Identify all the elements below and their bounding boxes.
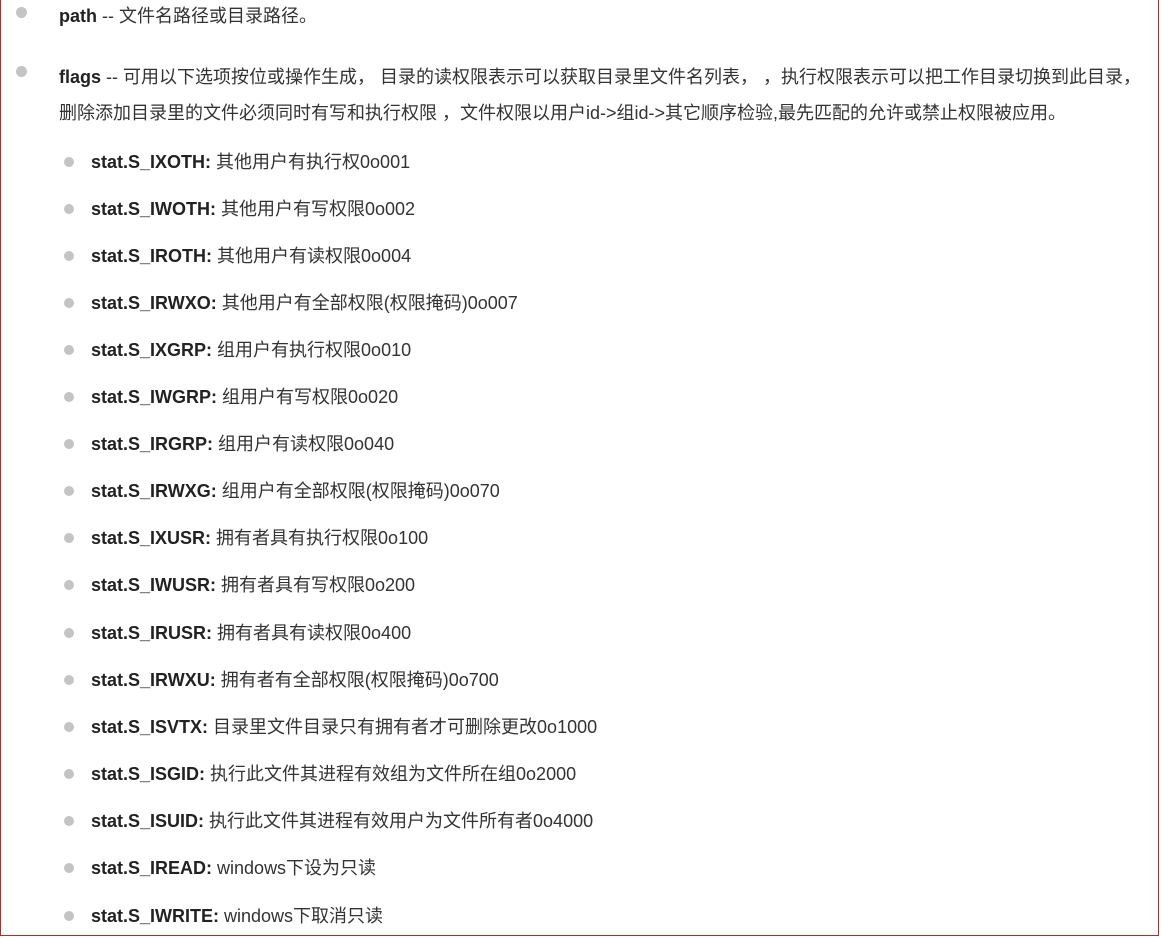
flag-description: 组用户有全部权限(权限掩码)0o070 — [216, 481, 500, 501]
list-bullet — [64, 816, 74, 826]
list-bullet — [64, 722, 74, 732]
flag-name: stat.S_IWGRP: — [91, 387, 218, 407]
flag-description: 其他用户有读权限0o004 — [212, 246, 412, 266]
flag-description: 其他用户有写权限0o002 — [216, 199, 416, 219]
list-bullet — [64, 769, 74, 779]
flag-name: stat.S_IRGRP: — [91, 434, 214, 454]
param-path: path -- 文件名路径或目录路径。 — [59, 5, 317, 27]
list-item: stat.S_IXUSR: 拥有者具有执行权限0o100 — [91, 527, 428, 549]
list-bullet — [16, 7, 27, 18]
flag-name: stat.S_IRWXU: — [91, 670, 216, 690]
flag-description: 组用户有执行权限0o010 — [212, 340, 412, 360]
list-bullet — [64, 911, 74, 921]
list-item: stat.S_ISGID: 执行此文件其进程有效组为文件所在组0o2000 — [91, 763, 576, 785]
flag-name: stat.S_IXOTH: — [91, 152, 212, 172]
list-bullet — [64, 439, 74, 449]
flag-description: windows下设为只读 — [212, 858, 377, 878]
flag-name: stat.S_IRWXG: — [91, 481, 217, 501]
list-bullet — [64, 533, 74, 543]
param-separator: -- — [97, 6, 119, 26]
param-separator: -- — [101, 67, 124, 87]
flag-name: stat.S_IWOTH: — [91, 199, 217, 219]
list-item: stat.S_IXGRP: 组用户有执行权限0o010 — [91, 339, 411, 361]
list-bullet — [64, 345, 74, 355]
list-item: stat.S_IROTH: 其他用户有读权限0o004 — [91, 245, 411, 267]
list-bullet — [64, 392, 74, 402]
flag-description: windows下取消只读 — [219, 906, 384, 926]
list-item: stat.S_ISUID: 执行此文件其进程有效用户为文件所有者0o4000 — [91, 810, 593, 832]
list-item: stat.S_ISVTX: 目录里文件目录只有拥有者才可删除更改0o1000 — [91, 716, 597, 738]
flag-description: 拥有者有全部权限(权限掩码)0o700 — [215, 670, 499, 690]
flag-name: stat.S_IRUSR: — [91, 623, 213, 643]
flag-name: stat.S_IROTH: — [91, 246, 213, 266]
param-flags: flags -- 可用以下选项按位或操作生成， 目录的读权限表示可以获取目录里文… — [59, 59, 1159, 131]
param-description: 可用以下选项按位或操作生成， 目录的读权限表示可以获取目录里文件名列表， ，执行… — [59, 67, 1142, 123]
list-bullet — [64, 863, 74, 873]
param-name: flags — [59, 67, 102, 87]
flag-name: stat.S_ISVTX: — [91, 717, 209, 737]
list-item: stat.S_IWRITE: windows下取消只读 — [91, 905, 383, 927]
list-item: stat.S_IREAD: windows下设为只读 — [91, 857, 376, 879]
flag-name: stat.S_IREAD: — [91, 858, 213, 878]
flag-description: 执行此文件其进程有效组为文件所在组0o2000 — [205, 764, 577, 784]
flag-description: 拥有者具有执行权限0o100 — [211, 528, 429, 548]
list-bullet — [64, 298, 74, 308]
content-frame — [0, 0, 1159, 936]
list-bullet — [64, 157, 74, 167]
flag-name: stat.S_IWRITE: — [91, 906, 220, 926]
list-item: stat.S_IRGRP: 组用户有读权限0o040 — [91, 433, 394, 455]
list-item: stat.S_IRWXU: 拥有者有全部权限(权限掩码)0o700 — [91, 669, 499, 691]
list-item: stat.S_IRUSR: 拥有者具有读权限0o400 — [91, 622, 411, 644]
list-bullet — [16, 66, 27, 77]
flag-description: 拥有者具有写权限0o200 — [216, 575, 416, 595]
list-item: stat.S_IWGRP: 组用户有写权限0o020 — [91, 386, 398, 408]
list-bullet — [64, 251, 74, 261]
list-item: stat.S_IXOTH: 其他用户有执行权0o001 — [91, 151, 410, 173]
list-item: stat.S_IRWXG: 组用户有全部权限(权限掩码)0o070 — [91, 480, 500, 502]
flag-name: stat.S_IXUSR: — [91, 528, 212, 548]
list-item: stat.S_IWOTH: 其他用户有写权限0o002 — [91, 198, 415, 220]
flag-name: stat.S_IWUSR: — [91, 575, 217, 595]
list-bullet — [64, 675, 74, 685]
flag-description: 其他用户有全部权限(权限掩码)0o007 — [216, 293, 518, 313]
list-bullet — [64, 628, 74, 638]
list-item: stat.S_IRWXO: 其他用户有全部权限(权限掩码)0o007 — [91, 292, 518, 314]
list-bullet — [64, 204, 74, 214]
flag-description: 组用户有读权限0o040 — [213, 434, 395, 454]
param-name: path — [59, 6, 97, 26]
flag-name: stat.S_IXGRP: — [91, 340, 213, 360]
flag-description: 其他用户有执行权0o001 — [211, 152, 411, 172]
flag-description: 拥有者具有读权限0o400 — [212, 623, 412, 643]
flag-name: stat.S_ISGID: — [91, 764, 206, 784]
param-description: 文件名路径或目录路径。 — [119, 6, 317, 26]
flag-description: 执行此文件其进程有效用户为文件所有者0o4000 — [204, 811, 594, 831]
flag-description: 组用户有写权限0o020 — [217, 387, 399, 407]
list-item: stat.S_IWUSR: 拥有者具有写权限0o200 — [91, 574, 415, 596]
list-bullet — [64, 580, 74, 590]
list-bullet — [64, 486, 74, 496]
flag-name: stat.S_IRWXO: — [91, 293, 217, 313]
flag-name: stat.S_ISUID: — [91, 811, 205, 831]
flag-description: 目录里文件目录只有拥有者才可删除更改0o1000 — [208, 717, 598, 737]
